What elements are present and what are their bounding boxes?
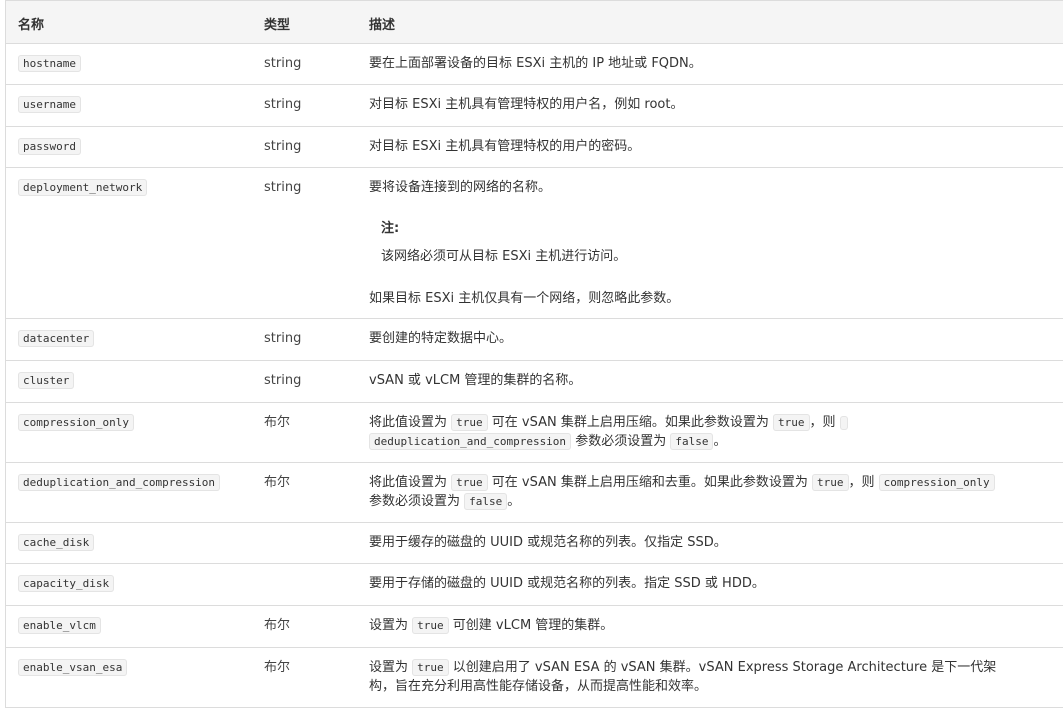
desc-text: 设置为 (369, 618, 409, 633)
empty-code-marker (839, 415, 848, 430)
param-name: capacity_disk (18, 575, 115, 592)
param-type: string (264, 373, 302, 388)
inline-code: false (464, 493, 508, 510)
param-description: 对目标 ESXi 主机具有管理特权的用户的密码。 (369, 139, 641, 154)
param-name: username (18, 96, 81, 113)
table-row: enable_vsan_esa 布尔 设置为 true 以创建启用了 vSAN … (6, 648, 1063, 708)
table-row: hostname string 要在上面部署设备的目标 ESXi 主机的 IP … (6, 44, 1063, 85)
header-type: 类型 (264, 18, 291, 33)
param-description: 设置为 true 以创建启用了 vSAN ESA 的 vSAN 集群。vSAN … (369, 658, 1049, 696)
param-type: string (264, 56, 302, 71)
inline-code: compression_only (878, 474, 995, 491)
desc-text: 以创建启用了 vSAN ESA 的 vSAN 集群。vSAN Express S… (452, 660, 997, 675)
param-name: password (18, 138, 81, 155)
param-name: cluster (18, 372, 75, 389)
inline-code: true (451, 474, 488, 491)
table-row: cluster string vSAN 或 vLCM 管理的集群的名称。 (6, 361, 1063, 403)
desc-text: 设置为 (369, 660, 409, 675)
param-type: string (264, 139, 302, 154)
table-row: password string 对目标 ESXi 主机具有管理特权的用户的密码。 (6, 127, 1063, 168)
table-row: enable_vlcm 布尔 设置为 true 可创建 vLCM 管理的集群。 (6, 606, 1063, 648)
param-name: cache_disk (18, 534, 95, 551)
param-description: 要将设备连接到的网络的名称。 (369, 180, 552, 195)
desc-text: 可在 vSAN 集群上启用压缩和去重。如果此参数设置为 (491, 475, 808, 490)
header-description: 描述 (369, 18, 396, 33)
param-description: 将此值设置为 true 可在 vSAN 集群上启用压缩和去重。如果此参数设置为 … (369, 473, 1049, 511)
desc-text: 可在 vSAN 集群上启用压缩。如果此参数设置为 (491, 415, 769, 430)
param-description: 要创建的特定数据中心。 (369, 331, 513, 346)
param-type: 布尔 (264, 475, 291, 490)
param-name: datacenter (18, 330, 95, 347)
param-type: string (264, 97, 302, 112)
inline-code: true (773, 414, 810, 431)
inline-code: true (412, 617, 449, 634)
param-name: compression_only (18, 414, 134, 431)
param-name: deployment_network (18, 179, 148, 196)
inline-code: true (812, 474, 849, 491)
param-description: 要用于缓存的磁盘的 UUID 或规范名称的列表。仅指定 SSD。 (369, 535, 727, 550)
inline-code: false (670, 433, 714, 450)
param-type: 布尔 (264, 618, 291, 633)
desc-text: 参数必须设置为 (575, 434, 667, 449)
table-row: compression_only 布尔 将此值设置为 true 可在 vSAN … (6, 403, 1063, 463)
desc-text: 将此值设置为 (369, 475, 448, 490)
desc-text: 将此值设置为 (369, 415, 448, 430)
param-description: vSAN 或 vLCM 管理的集群的名称。 (369, 373, 582, 388)
param-type: string (264, 180, 302, 195)
param-name: deduplication_and_compression (18, 474, 221, 491)
param-description-extra: 如果目标 ESXi 主机仅具有一个网络，则忽略此参数。 (369, 291, 680, 306)
table-row: cache_disk 要用于缓存的磁盘的 UUID 或规范名称的列表。仅指定 S… (6, 523, 1063, 564)
desc-text: 。 (713, 434, 727, 449)
param-type: 布尔 (264, 660, 291, 675)
parameters-table: 名称 类型 描述 hostname string 要在上面部署设备的目标 ESX… (5, 0, 1063, 708)
param-name: hostname (18, 55, 81, 72)
table-header-row: 名称 类型 描述 (6, 0, 1063, 44)
inline-code: true (412, 659, 449, 676)
inline-code: true (451, 414, 488, 431)
desc-text: ，则 (809, 415, 836, 430)
param-description: 要在上面部署设备的目标 ESXi 主机的 IP 地址或 FQDN。 (369, 56, 702, 71)
desc-text: 可创建 vLCM 管理的集群。 (452, 618, 614, 633)
param-description: 要用于存储的磁盘的 UUID 或规范名称的列表。指定 SSD 或 HDD。 (369, 576, 765, 591)
desc-text: 。 (507, 494, 521, 509)
note-text: 该网络必须可从目标 ESXi 主机进行访问。 (381, 249, 627, 264)
desc-text: 参数必须设置为 (369, 494, 461, 509)
param-name: enable_vsan_esa (18, 659, 128, 676)
table-row: capacity_disk 要用于存储的磁盘的 UUID 或规范名称的列表。指定… (6, 564, 1063, 606)
header-name: 名称 (18, 18, 45, 33)
note-title: 注: (381, 221, 400, 236)
desc-text: 构，旨在充分利用高性能存储设备，从而提高性能和效率。 (369, 679, 708, 694)
table-row: datacenter string 要创建的特定数据中心。 (6, 319, 1063, 361)
param-name: enable_vlcm (18, 617, 101, 634)
table-row: deployment_network string 要将设备连接到的网络的名称。… (6, 168, 1063, 319)
desc-text: ，则 (848, 475, 875, 490)
param-type: 布尔 (264, 415, 291, 430)
param-description: 对目标 ESXi 主机具有管理特权的用户名，例如 root。 (369, 97, 684, 112)
param-description: 设置为 true 可创建 vLCM 管理的集群。 (369, 616, 1049, 635)
table-row: username string 对目标 ESXi 主机具有管理特权的用户名，例如… (6, 85, 1063, 127)
table-row: deduplication_and_compression 布尔 将此值设置为 … (6, 463, 1063, 523)
inline-code: deduplication_and_compression (369, 433, 572, 450)
param-description: 将此值设置为 true 可在 vSAN 集群上启用压缩。如果此参数设置为 tru… (369, 413, 1049, 451)
param-type: string (264, 331, 302, 346)
